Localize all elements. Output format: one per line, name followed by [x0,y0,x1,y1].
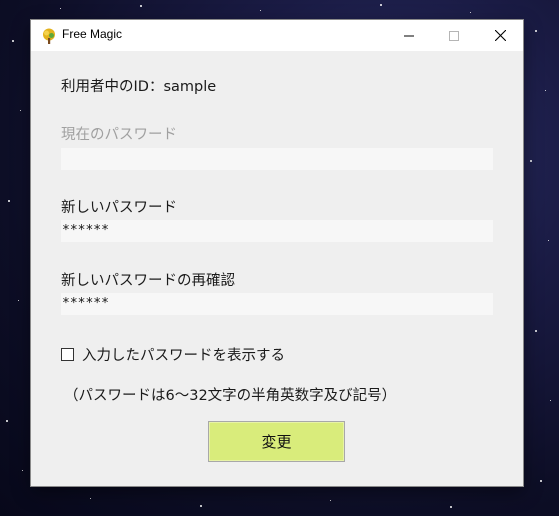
star [60,8,61,9]
star [540,480,542,482]
password-requirements-note: （パスワードは6～32文字の半角英数字及び記号） [64,388,397,404]
minimize-button[interactable] [386,20,432,51]
star [20,110,21,111]
star [90,498,91,499]
maximize-button[interactable] [431,20,477,51]
change-password-button[interactable]: 変更 [208,421,345,462]
title-bar[interactable]: Free Magic [31,20,523,51]
star [8,200,10,202]
star [535,330,537,332]
star [470,12,471,13]
show-password-label[interactable]: 入力したパスワードを表示する [82,344,285,365]
star [200,505,202,507]
star [545,90,546,91]
star [18,300,19,301]
show-password-option[interactable]: 入力したパスワードを表示する [61,344,285,365]
new-password-label: 新しいパスワード [61,200,177,216]
close-button[interactable] [477,20,523,51]
current-password-field[interactable] [61,148,493,170]
window-title: Free Magic [62,27,123,41]
star [535,30,537,32]
star [330,500,331,501]
star [548,240,549,241]
password-change-window: Free Magic 利用者中のID：sample 現在のパスワード 新しいパス… [31,20,523,486]
minimize-icon [404,35,414,36]
desktop-background: Free Magic 利用者中のID：sample 現在のパスワード 新しいパス… [0,0,559,516]
star [260,10,261,11]
star [12,40,14,42]
star [6,420,8,422]
star [550,400,551,401]
user-id-label: 利用者中のID：sample [61,79,217,95]
maximize-icon [449,30,459,41]
current-password-label: 現在のパスワード [61,127,177,143]
star [140,5,142,7]
new-password-field[interactable]: ****** [61,220,493,242]
confirm-password-field[interactable]: ****** [61,293,493,315]
star [380,4,382,6]
star [530,160,532,162]
close-icon [494,30,506,41]
star [22,470,23,471]
show-password-checkbox[interactable] [61,348,74,361]
confirm-password-label: 新しいパスワードの再確認 [61,273,235,289]
tree-icon [43,28,55,44]
star [450,506,452,508]
